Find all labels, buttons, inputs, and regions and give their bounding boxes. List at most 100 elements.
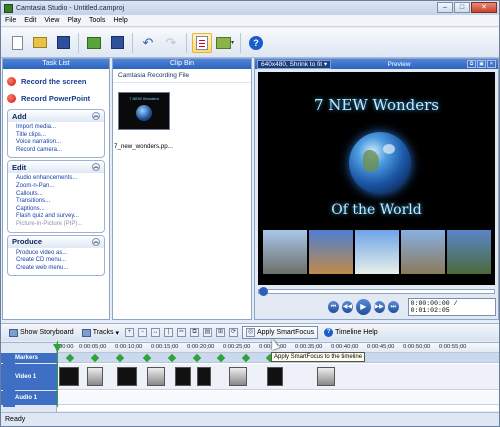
collapse-icon[interactable]: ︽ <box>92 112 100 120</box>
video-clip[interactable] <box>197 367 211 386</box>
chevron-down-icon: ▾ <box>230 40 234 46</box>
cut-icon[interactable]: ✂ <box>176 328 186 337</box>
clip-bin-section-label: Camtasia Recording File <box>113 69 251 83</box>
produce-button[interactable]: ▾ <box>215 33 235 53</box>
preview-seek-bar[interactable] <box>258 287 495 296</box>
video-clip[interactable] <box>229 367 247 386</box>
audio-track[interactable] <box>57 391 499 405</box>
help-button[interactable]: ? <box>246 33 266 53</box>
record-screen-label: Record the screen <box>21 77 87 86</box>
toolbar-divider <box>132 32 133 53</box>
audio-enhancements-link[interactable]: Audio enhancements... <box>16 175 100 183</box>
create-cd-menu-link[interactable]: Create CD menu... <box>16 257 100 265</box>
previous-clip-button[interactable]: ⏮ <box>328 301 339 313</box>
split-icon[interactable]: | <box>163 328 173 337</box>
video-clip[interactable] <box>267 367 283 386</box>
menu-file[interactable]: File <box>5 17 16 24</box>
preview-size-select[interactable]: 640x480, Shrink to fit ▾ <box>257 59 332 69</box>
zoom-in-icon[interactable]: + <box>124 328 134 337</box>
clip-name[interactable]: 7_new_wonders.pp... <box>114 143 173 150</box>
marker[interactable] <box>65 353 75 363</box>
menu-tools[interactable]: Tools <box>89 17 105 24</box>
zoom-out-icon[interactable]: − <box>137 328 147 337</box>
ruler-tick: 0:00:25;00 <box>223 344 251 350</box>
help-icon: ? <box>249 35 263 50</box>
zoom-n-pan-link[interactable]: Zoom-n-Pan... <box>16 183 100 191</box>
ruler-tick: 0:00:55;00 <box>439 344 467 350</box>
zoom-fit-icon[interactable]: ↔ <box>150 328 160 337</box>
minimize-button[interactable]: – <box>437 2 453 13</box>
extend-frame-icon[interactable]: ⊞ <box>215 328 225 337</box>
paste-icon[interactable]: ▤ <box>202 328 212 337</box>
undo-button[interactable]: ↶ <box>138 33 158 53</box>
transitions-link[interactable]: Transitions... <box>16 198 100 206</box>
seek-handle[interactable] <box>259 287 268 296</box>
marker[interactable] <box>90 353 100 363</box>
marker[interactable] <box>192 353 202 363</box>
clip-thumbnail[interactable]: 7 NEW Wonders <box>118 92 170 130</box>
playhead[interactable] <box>57 341 58 407</box>
fast-forward-button[interactable]: ▶▶ <box>373 301 385 313</box>
collapse-icon[interactable]: ︽ <box>92 237 100 246</box>
copy-icon[interactable]: ⧉ <box>189 328 199 337</box>
menu-help[interactable]: Help <box>113 17 127 24</box>
new-project-button[interactable] <box>7 33 27 53</box>
show-storyboard-button[interactable]: Show Storyboard <box>7 328 76 338</box>
preview-fullscreen-button[interactable]: ▣ <box>477 60 486 68</box>
video-clip[interactable] <box>117 367 137 386</box>
open-button[interactable] <box>30 33 50 53</box>
produce-video-link[interactable]: Produce video as... <box>16 250 100 258</box>
produce-section-header[interactable]: Produce ︽ <box>8 235 104 248</box>
callouts-link[interactable]: Callouts... <box>16 191 100 199</box>
import-media-link[interactable]: Import media... <box>16 124 100 132</box>
video-clip[interactable] <box>175 367 191 386</box>
apply-smartfocus-button[interactable]: ◎ Apply SmartFocus <box>241 326 319 339</box>
clip-speed-icon[interactable]: ⟳ <box>228 328 238 337</box>
marker[interactable] <box>241 353 251 363</box>
playback-controls: ⏮ ◀◀ ▶ ▶▶ ⏭ 0:00:00:00 / 0:01:02:05 <box>258 297 496 317</box>
timeline-help-button[interactable]: ? Timeline Help <box>322 327 380 338</box>
save-button[interactable] <box>53 33 73 53</box>
marker[interactable] <box>142 353 152 363</box>
video-track[interactable] <box>57 364 499 390</box>
markers-track[interactable]: Markers <box>1 353 499 363</box>
redo-button[interactable]: ↷ <box>161 33 181 53</box>
maximize-button[interactable]: □ <box>454 2 470 13</box>
record-screen-link[interactable]: Record the screen <box>3 73 109 90</box>
menu-play[interactable]: Play <box>67 17 81 24</box>
record-powerpoint-link[interactable]: Record PowerPoint <box>3 90 109 107</box>
captions-link[interactable]: Captions... <box>16 206 100 214</box>
add-section-header[interactable]: Add ︽ <box>8 110 104 122</box>
preview-detach-button[interactable]: ⧉ <box>467 60 476 68</box>
create-web-menu-link[interactable]: Create web menu... <box>16 265 100 273</box>
preview-title: Preview <box>387 60 411 68</box>
edit-section-header[interactable]: Edit ︽ <box>8 161 104 174</box>
voice-narration-link[interactable]: Voice narration... <box>16 139 100 147</box>
flash-quiz-link[interactable]: Flash quiz and survey... <box>16 213 100 221</box>
record-camera-link[interactable]: Record camera... <box>16 147 100 155</box>
video-canvas[interactable]: 7 NEW Wonders Of the World <box>258 72 495 285</box>
marker[interactable] <box>167 353 177 363</box>
preview-close-button[interactable]: ✕ <box>487 60 496 68</box>
close-button[interactable]: ✕ <box>471 2 497 13</box>
menu-edit[interactable]: Edit <box>24 17 36 24</box>
video-clip[interactable] <box>147 367 165 386</box>
video-clip[interactable] <box>317 367 335 386</box>
rewind-button[interactable]: ◀◀ <box>342 301 353 313</box>
video-clip[interactable] <box>87 367 103 386</box>
video-clip[interactable] <box>59 367 79 386</box>
play-button[interactable]: ▶ <box>356 299 371 315</box>
title-clips-link[interactable]: Title clips... <box>16 132 100 140</box>
save-as-button[interactable] <box>107 33 127 53</box>
next-clip-button[interactable]: ⏭ <box>387 301 399 313</box>
marker[interactable] <box>216 353 226 363</box>
marker[interactable] <box>115 353 125 363</box>
menu-view[interactable]: View <box>44 17 59 24</box>
open-icon <box>33 37 47 48</box>
tracks-button[interactable]: Tracks ▾ <box>80 328 121 338</box>
photo-great-wall <box>263 230 307 274</box>
import-button[interactable] <box>84 33 104 53</box>
collapse-icon[interactable]: ︽ <box>92 163 100 172</box>
ruler-tick: 0:00:35;00 <box>295 344 323 350</box>
task-list-toggle-button[interactable] <box>192 32 212 53</box>
